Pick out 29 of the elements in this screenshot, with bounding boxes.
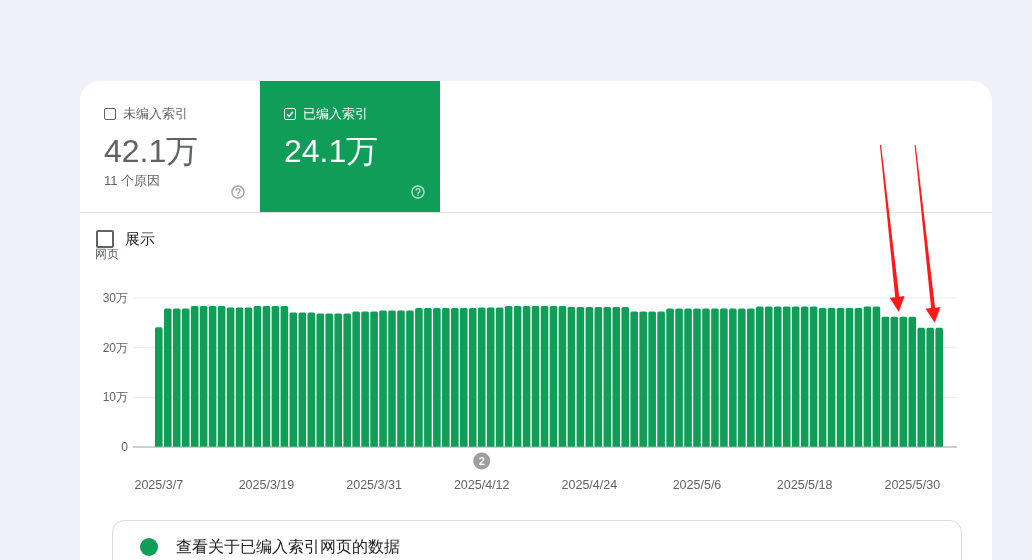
y-axis-label: 0 — [121, 440, 128, 454]
help-icon[interactable] — [230, 184, 246, 200]
tab-value: 24.1万 — [284, 133, 379, 169]
x-axis-label: 2025/3/19 — [238, 478, 295, 492]
y-axis-label: 10万 — [102, 390, 128, 405]
tab-note: 11 个原因 — [104, 173, 161, 189]
details-card[interactable]: 查看关于已编入索引网页的数据 — [112, 520, 962, 560]
y-axis-label: 20万 — [102, 340, 128, 355]
x-axis-label: 2025/5/6 — [672, 478, 722, 492]
tab-checkbox[interactable] — [104, 108, 116, 120]
checkbox-label: 展示 — [125, 229, 155, 249]
details-title: 查看关于已编入索引网页的数据 — [176, 537, 400, 557]
help-icon[interactable] — [410, 184, 426, 200]
index-tab[interactable]: 已编入索引 24.1万 — [260, 81, 440, 212]
status-dot-icon — [140, 538, 158, 556]
tab-value: 42.1万 — [104, 133, 199, 169]
tab-label: 未编入索引 — [123, 105, 188, 123]
x-axis-label: 2025/5/30 — [884, 478, 941, 492]
arrow-icon — [879, 144, 905, 312]
y-axis-label: 30万 — [102, 291, 128, 305]
tab-label: 已编入索引 — [303, 105, 368, 123]
x-axis-label: 2025/5/18 — [776, 478, 833, 492]
x-axis-label: 2025/3/7 — [134, 478, 184, 492]
x-axis-label: 2025/3/31 — [346, 478, 402, 492]
x-axis-label: 2025/4/24 — [561, 478, 618, 492]
axis-title: 网页 — [95, 247, 119, 261]
x-axis-label: 2025/4/12 — [453, 478, 510, 492]
impressions-checkbox[interactable] — [96, 230, 114, 248]
arrow-icon — [914, 144, 941, 323]
